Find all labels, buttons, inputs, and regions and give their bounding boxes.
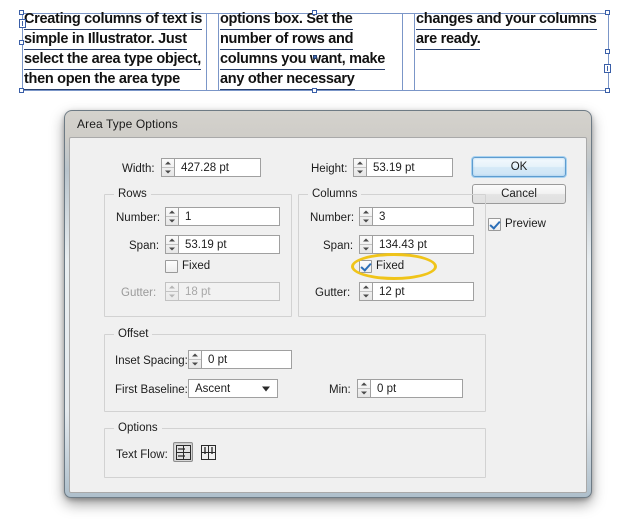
selection-handle-right-mid[interactable] [605,49,610,54]
options-group-title: Options [114,422,162,434]
text-flow-label: Text Flow: [116,449,168,461]
text-line: Creating columns of text is [24,9,202,30]
inset-spacing-field[interactable]: 0 pt [188,350,292,369]
chevron-down-icon [262,386,270,391]
text-line: are ready. [416,29,480,50]
rows-gutter-stepper [165,282,178,301]
width-field[interactable]: 427.28 pt [161,158,261,177]
center-point [313,55,317,59]
text-in-port[interactable] [19,19,26,28]
width-stepper[interactable] [161,158,174,177]
columns-span-label: Span: [323,240,353,252]
selection-handle-left-mid[interactable] [19,40,24,45]
columns-number-stepper[interactable] [359,207,372,226]
text-line: changes and your columns [416,9,597,30]
min-stepper[interactable] [357,379,370,398]
text-line: any other necessary [220,69,355,90]
rows-group-title: Rows [114,188,151,200]
text-flow-by-rows-icon[interactable] [173,442,193,462]
columns-gutter-input[interactable]: 12 pt [372,282,474,301]
inset-spacing-input[interactable]: 0 pt [201,350,292,369]
height-field[interactable]: 53.19 pt [353,158,453,177]
text-column-1[interactable]: Creating columns of text is simple in Il… [24,9,206,89]
rows-gutter-field: 18 pt [165,282,280,301]
column-divider-1 [206,13,207,91]
column-divider-2b [414,13,415,91]
columns-gutter-label: Gutter: [315,287,350,299]
inset-spacing-stepper[interactable] [188,350,201,369]
rows-number-label: Number: [116,212,160,224]
offset-group-title: Offset [114,328,152,340]
inset-spacing-label: Inset Spacing: [115,355,188,367]
screenshot-root: Creating columns of text is simple in Il… [0,0,631,519]
dialog-title: Area Type Options [77,117,178,131]
columns-span-field[interactable]: 134.43 pt [359,235,474,254]
min-label: Min: [329,384,351,396]
columns-span-stepper[interactable] [359,235,372,254]
text-line: options box. Set the [220,9,353,30]
rows-span-label: Span: [129,240,159,252]
selection-handle-top-left[interactable] [19,10,24,15]
column-divider-2 [402,13,403,91]
selection-handle-bottom-mid[interactable] [312,88,317,93]
columns-number-field[interactable]: 3 [359,207,474,226]
selection-handle-bottom-right[interactable] [605,88,610,93]
text-out-port[interactable] [604,64,611,73]
columns-fixed-label: Fixed [376,260,404,272]
height-input[interactable]: 53.19 pt [366,158,453,177]
text-column-3[interactable]: changes and your columns are ready. [416,9,606,49]
cancel-button[interactable]: Cancel [472,184,566,204]
columns-number-input[interactable]: 3 [372,207,474,226]
ok-button[interactable]: OK [472,157,566,177]
min-input[interactable]: 0 pt [370,379,463,398]
rows-gutter-input: 18 pt [178,282,280,301]
preview-label: Preview [505,218,546,230]
column-divider-1b [218,13,219,91]
rows-number-stepper[interactable] [165,207,178,226]
text-flow-by-columns-icon[interactable] [198,442,218,462]
selection-handle-bottom-left[interactable] [19,88,24,93]
offset-group [104,334,486,412]
first-baseline-label: First Baseline: [115,384,188,396]
preview-checkbox[interactable] [488,218,501,231]
columns-span-input[interactable]: 134.43 pt [372,235,474,254]
rows-span-stepper[interactable] [165,235,178,254]
text-line: columns you want, make [220,49,385,70]
rows-number-field[interactable]: 1 [165,207,280,226]
selection-handle-top-mid[interactable] [312,10,317,15]
height-label: Height: [311,163,347,175]
selection-handle-top-right[interactable] [605,10,610,15]
columns-gutter-field[interactable]: 12 pt [359,282,474,301]
rows-gutter-label: Gutter: [121,287,156,299]
width-label: Width: [122,163,155,175]
rows-fixed-checkbox[interactable] [165,260,178,273]
height-stepper[interactable] [353,158,366,177]
columns-number-label: Number: [310,212,354,224]
illustrator-artboard: Creating columns of text is simple in Il… [0,0,631,110]
text-line: number of rows and [220,29,353,50]
rows-fixed-label: Fixed [182,260,210,272]
area-type-options-dialog: Area Type Options Width: 427.28 pt Heigh… [64,110,592,498]
columns-fixed-checkbox[interactable] [359,260,372,273]
dialog-body: Width: 427.28 pt Height: 53.19 pt OK Can… [69,137,587,493]
first-baseline-select[interactable]: Ascent [188,379,278,398]
columns-gutter-stepper[interactable] [359,282,372,301]
rows-span-input[interactable]: 53.19 pt [178,235,280,254]
text-column-2[interactable]: options box. Set the number of rows and … [220,9,402,89]
rows-span-field[interactable]: 53.19 pt [165,235,280,254]
text-line: select the area type object, [24,49,201,70]
width-input[interactable]: 427.28 pt [174,158,261,177]
text-line: simple in Illustrator. Just [24,29,187,50]
first-baseline-value: Ascent [195,383,230,395]
text-line: then open the area type [24,69,180,90]
columns-group-title: Columns [308,188,361,200]
min-field[interactable]: 0 pt [357,379,463,398]
rows-number-input[interactable]: 1 [178,207,280,226]
